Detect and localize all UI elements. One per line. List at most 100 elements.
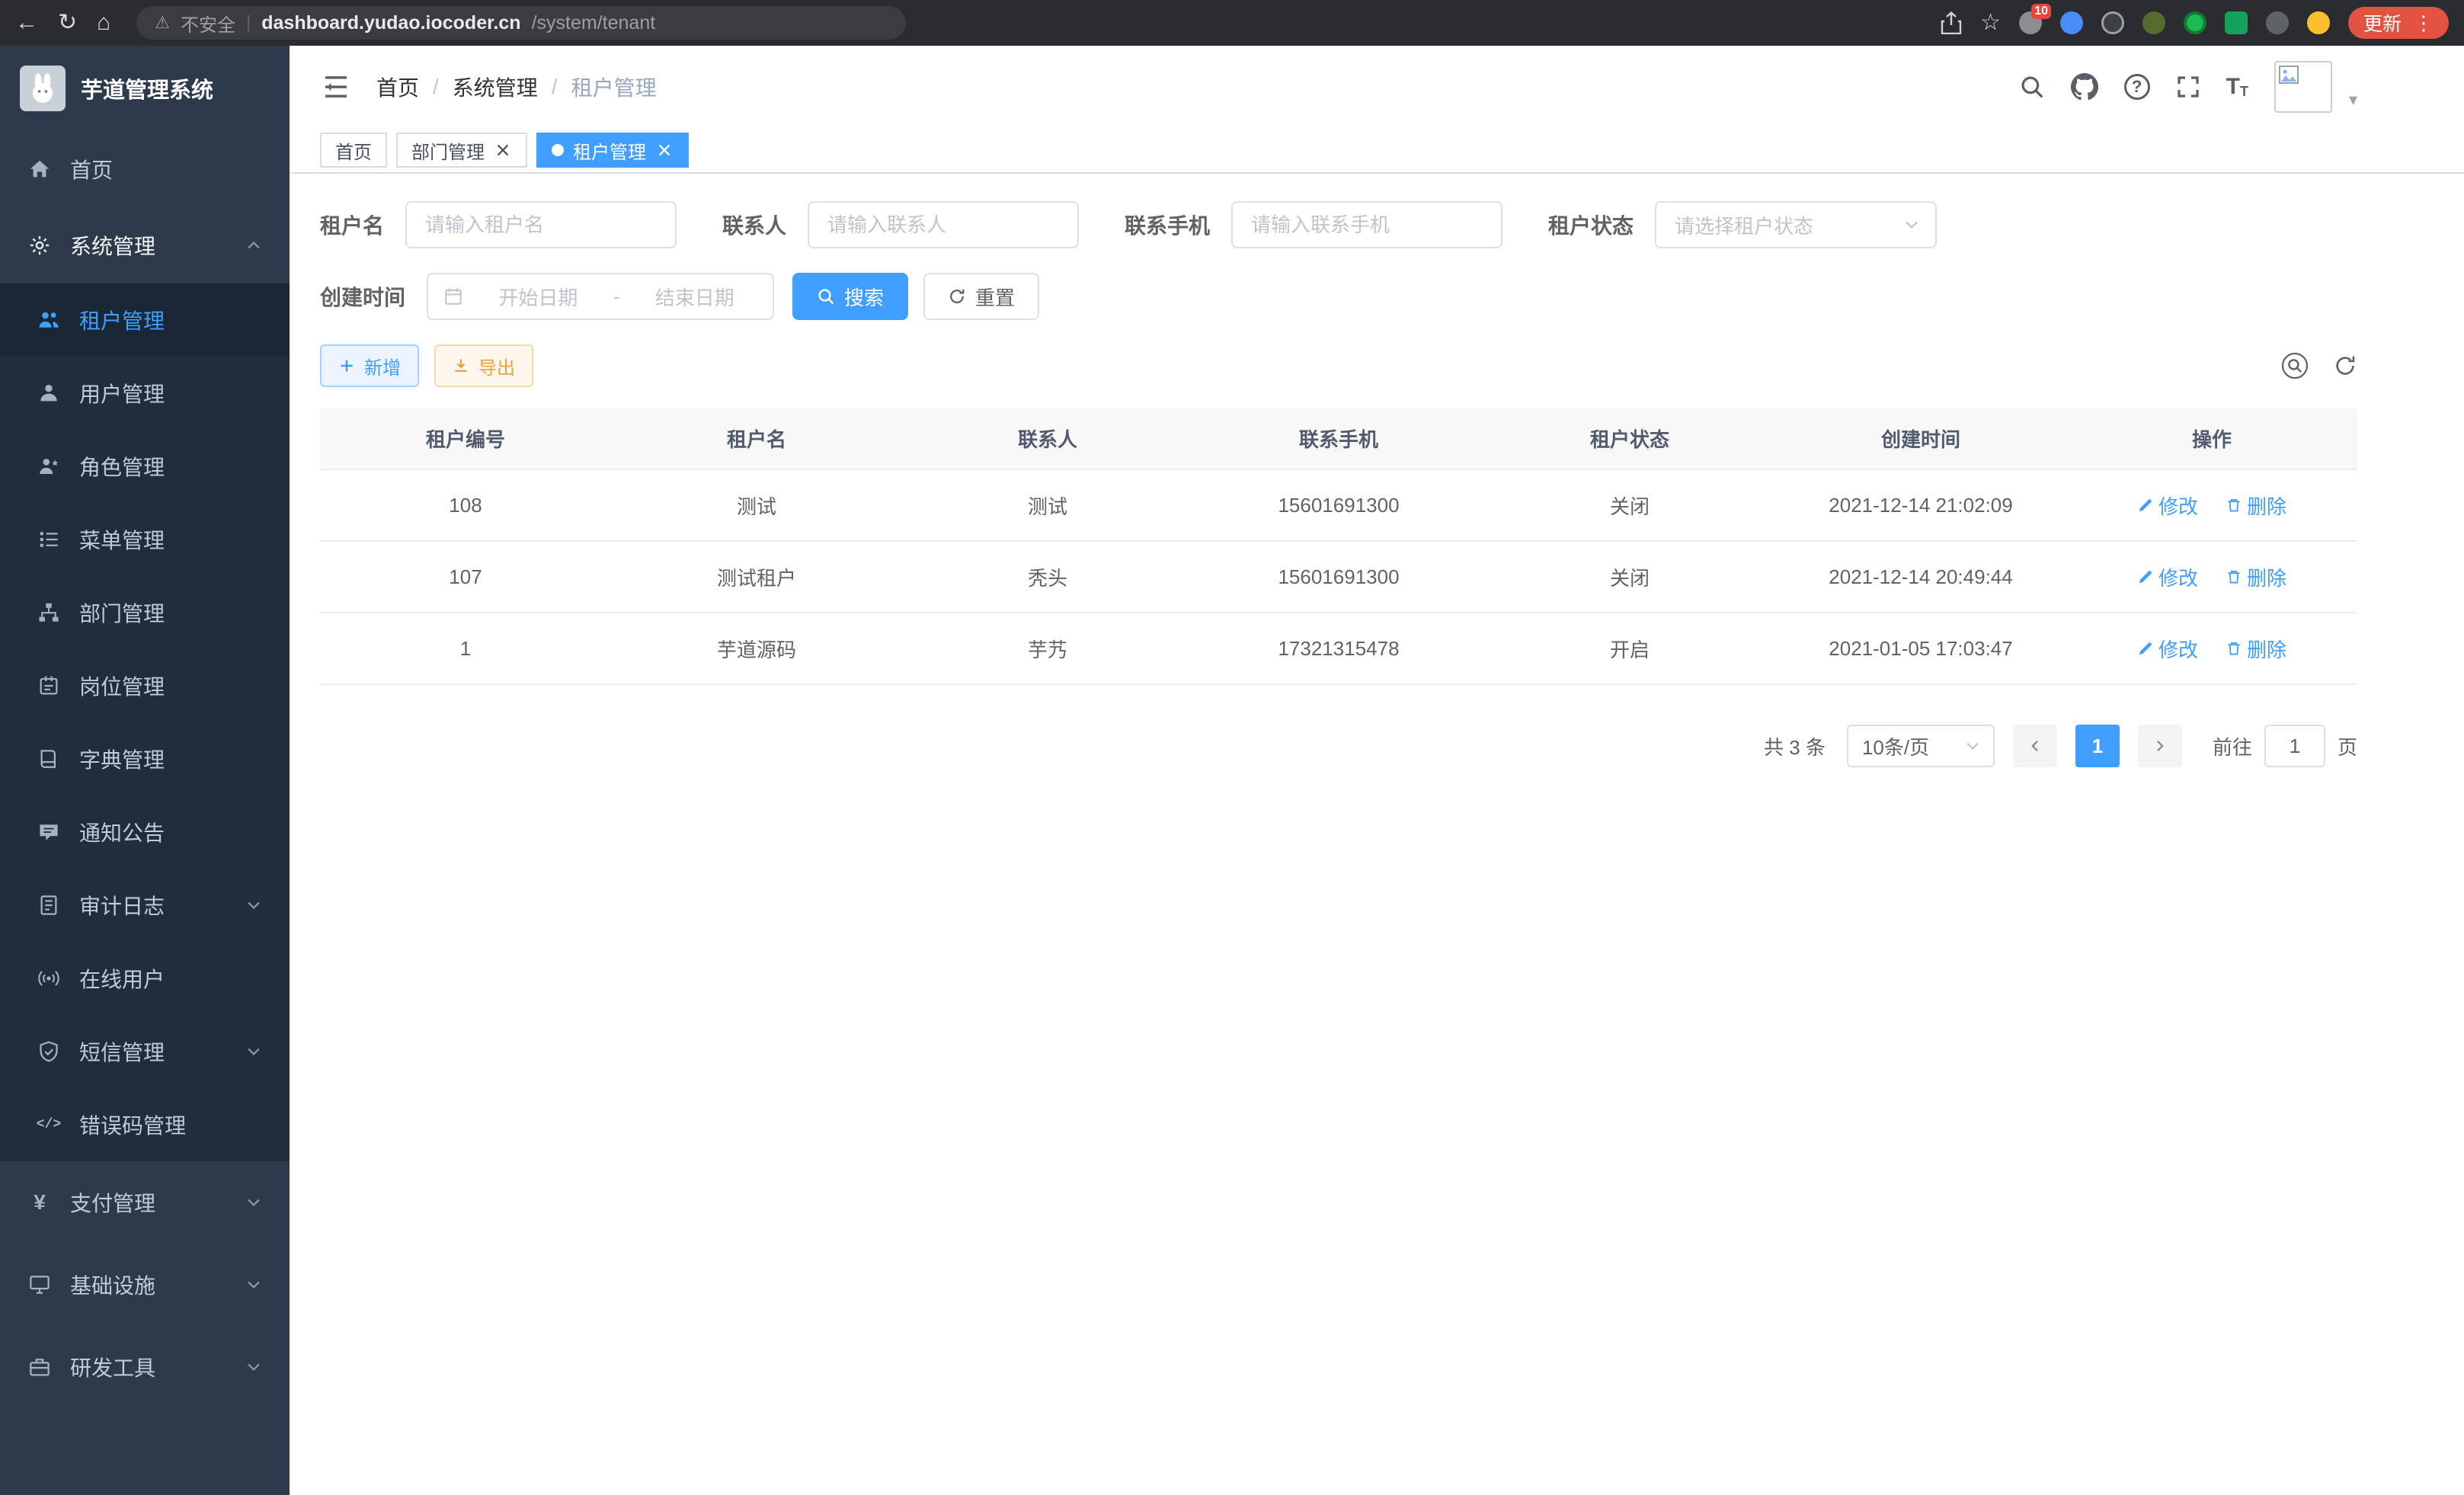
page-jump: 前往 页 xyxy=(2213,725,2357,767)
browser-reload-icon[interactable]: ↻ xyxy=(58,11,77,34)
sidebar-item-tenant-management[interactable]: 租户管理 xyxy=(0,283,290,357)
extension-plug-icon[interactable] xyxy=(2266,11,2289,34)
breadcrumb-home[interactable]: 首页 xyxy=(376,72,419,102)
sidebar-item-error-code-management[interactable]: </> 错误码管理 xyxy=(0,1088,290,1161)
sidebar: 芋道管理系统 首页 系统管理 租户管 xyxy=(0,46,290,1495)
sidebar-item-menu-management[interactable]: 菜单管理 xyxy=(0,503,290,576)
browser-update-button[interactable]: 更新 ⋮ xyxy=(2348,7,2449,39)
trash-icon xyxy=(2226,640,2242,657)
online-signal-icon xyxy=(37,966,61,991)
extension-chat-icon[interactable] xyxy=(2225,11,2248,34)
browser-back-icon[interactable]: ← xyxy=(15,11,38,34)
app-logo[interactable]: 芋道管理系统 xyxy=(0,46,290,131)
sidebar-item-infrastructure[interactable]: 基础设施 xyxy=(0,1244,290,1326)
sidebar-item-dict-management[interactable]: 字典管理 xyxy=(0,722,290,796)
share-icon[interactable] xyxy=(1941,11,1962,34)
fullscreen-icon[interactable] xyxy=(2176,75,2200,99)
delete-link[interactable]: 删除 xyxy=(2226,491,2286,520)
browser-home-icon[interactable]: ⌂ xyxy=(97,11,110,34)
page-size-select[interactable]: 10条/页 xyxy=(1847,725,1995,767)
extension-green-circle-icon[interactable] xyxy=(2184,11,2206,34)
page-number-button[interactable]: 1 xyxy=(2075,725,2120,767)
close-icon[interactable] xyxy=(494,141,512,159)
search-button[interactable]: 搜索 xyxy=(792,273,908,320)
phone-input[interactable] xyxy=(1231,201,1502,248)
extension-shield-icon[interactable]: 10 xyxy=(2019,11,2042,34)
status-select[interactable]: 请选择租户状态 xyxy=(1655,201,1937,248)
cell-status: 关闭 xyxy=(1484,469,1775,541)
tenant-name-label: 租户名 xyxy=(320,210,384,240)
sidebar-item-label: 岗位管理 xyxy=(79,671,262,701)
sidebar-collapse-icon[interactable] xyxy=(323,75,349,98)
sidebar-item-online-users[interactable]: 在线用户 xyxy=(0,942,290,1015)
shield-icon xyxy=(37,1039,61,1064)
help-icon[interactable]: ? xyxy=(2124,74,2150,100)
filter-row-1: 租户名 联系人 联系手机 租户状态 请选择租户状态 xyxy=(320,201,2357,248)
edit-link[interactable]: 修改 xyxy=(2137,563,2198,591)
table-tools xyxy=(2281,352,2357,379)
extension-drop-icon[interactable] xyxy=(2060,11,2083,34)
font-size-icon[interactable]: TT xyxy=(2226,74,2248,100)
sidebar-item-dept-management[interactable]: 部门管理 xyxy=(0,576,290,649)
delete-link[interactable]: 删除 xyxy=(2226,563,2286,591)
address-bar[interactable]: ⚠ 不安全 | dashboard.yudao.iocoder.cn/syste… xyxy=(136,6,906,40)
tab-home[interactable]: 首页 xyxy=(320,133,387,168)
calendar-icon xyxy=(443,287,463,306)
github-icon[interactable] xyxy=(2071,73,2098,101)
edit-pencil-icon xyxy=(2137,568,2154,585)
browser-menu-icon[interactable]: ⋮ xyxy=(2414,11,2434,35)
edit-link[interactable]: 修改 xyxy=(2137,491,2198,520)
breadcrumb-separator: / xyxy=(552,75,558,99)
delete-label: 删除 xyxy=(2247,491,2286,520)
date-range-picker[interactable]: 开始日期 - 结束日期 xyxy=(427,273,774,320)
tab-tenant-management[interactable]: 租户管理 xyxy=(536,133,689,168)
goto-page-input[interactable] xyxy=(2264,725,2325,767)
bookmark-star-icon[interactable]: ☆ xyxy=(1980,11,2001,34)
prev-page-button[interactable] xyxy=(2013,725,2057,767)
reset-button[interactable]: 重置 xyxy=(923,273,1039,320)
edit-label: 修改 xyxy=(2158,563,2198,591)
breadcrumb-separator: / xyxy=(433,75,439,99)
sidebar-item-label: 支付管理 xyxy=(70,1187,227,1218)
sidebar-item-notice[interactable]: 通知公告 xyxy=(0,796,290,869)
search-button-label: 搜索 xyxy=(844,283,884,311)
edit-link[interactable]: 修改 xyxy=(2137,635,2198,663)
extension-olive-icon[interactable] xyxy=(2142,11,2165,34)
sidebar-item-dev-tools[interactable]: 研发工具 xyxy=(0,1326,290,1408)
search-icon[interactable] xyxy=(2019,74,2045,100)
tenant-name-input[interactable] xyxy=(405,201,677,248)
sidebar-item-label: 角色管理 xyxy=(79,451,262,482)
tab-label: 租户管理 xyxy=(573,137,646,164)
chevron-down-icon xyxy=(1903,216,1920,233)
next-page-button[interactable] xyxy=(2138,725,2182,767)
col-created: 创建时间 xyxy=(1775,408,2066,469)
sidebar-item-user-management[interactable]: 用户管理 xyxy=(0,357,290,430)
breadcrumb-system[interactable]: 系统管理 xyxy=(453,72,538,102)
sidebar-item-label: 系统管理 xyxy=(70,230,227,261)
sidebar-item-system-management[interactable]: 系统管理 xyxy=(0,207,290,283)
sidebar-item-audit-log[interactable]: 审计日志 xyxy=(0,869,290,942)
cell-contact: 秃头 xyxy=(902,541,1193,613)
chevron-right-icon xyxy=(2152,738,2168,754)
delete-link[interactable]: 删除 xyxy=(2226,635,2286,663)
refresh-table-icon[interactable] xyxy=(2333,354,2357,378)
toggle-search-icon[interactable] xyxy=(2281,352,2309,379)
sidebar-item-payment-management[interactable]: ¥ 支付管理 xyxy=(0,1161,290,1244)
sidebar-item-post-management[interactable]: 岗位管理 xyxy=(0,649,290,722)
avatar-caret-icon[interactable]: ▾ xyxy=(2349,90,2357,113)
user-avatar[interactable] xyxy=(2274,61,2332,113)
sidebar-item-role-management[interactable]: 角色管理 xyxy=(0,430,290,503)
page-size-value: 10条/页 xyxy=(1862,732,1929,760)
contact-input[interactable] xyxy=(808,201,1079,248)
table-row: 107 测试租户 秃头 15601691300 关闭 2021-12-14 20… xyxy=(320,541,2357,613)
add-button[interactable]: 新增 xyxy=(320,344,419,387)
extension-globe-icon[interactable] xyxy=(2101,11,2124,34)
table-header-row: 租户编号 租户名 联系人 联系手机 租户状态 创建时间 操作 xyxy=(320,408,2357,469)
system-submenu: 租户管理 用户管理 角色管理 xyxy=(0,283,290,1161)
tab-dept-management[interactable]: 部门管理 xyxy=(396,133,527,168)
sidebar-item-home[interactable]: 首页 xyxy=(0,131,290,207)
export-button[interactable]: 导出 xyxy=(434,344,533,387)
close-icon[interactable] xyxy=(655,141,674,159)
extension-smiley-icon[interactable] xyxy=(2307,11,2330,34)
sidebar-item-sms-management[interactable]: 短信管理 xyxy=(0,1015,290,1088)
